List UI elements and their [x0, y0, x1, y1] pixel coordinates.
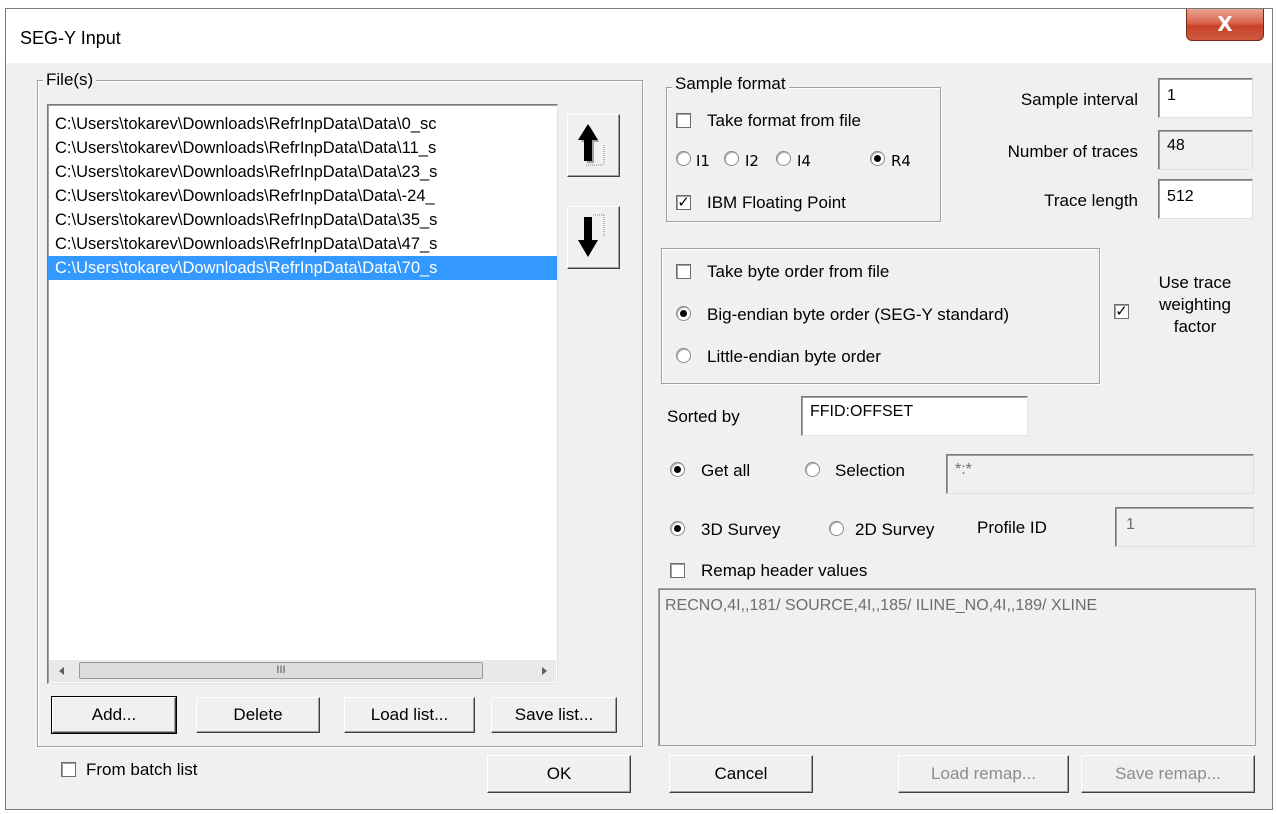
format-i2-radio[interactable]: [724, 151, 739, 166]
format-i1-label: I1: [696, 152, 710, 170]
get-all-radio[interactable]: [670, 462, 685, 477]
selection-radio[interactable]: [805, 462, 820, 477]
scroll-left-icon[interactable]: [57, 666, 67, 676]
use-trace-weighting-checkbox[interactable]: ✓: [1114, 304, 1129, 319]
format-i4-label: I4: [797, 152, 811, 170]
sorted-by-input[interactable]: FFID:OFFSET: [801, 396, 1028, 436]
file-list-item[interactable]: C:\Users\tokarev\Downloads\RefrInpData\D…: [48, 256, 557, 280]
remap-header-values-checkbox[interactable]: [670, 563, 685, 578]
profile-id-input: 1: [1115, 507, 1254, 547]
use-trace-weighting-line3: factor: [1173, 317, 1217, 336]
sample-interval-label: Sample interval: [1020, 90, 1138, 109]
use-trace-weighting-line2: weighting: [1159, 295, 1231, 314]
title-bar: SEG-Y Input X: [6, 9, 1272, 63]
file-list-item[interactable]: C:\Users\tokarev\Downloads\RefrInpData\D…: [48, 232, 557, 256]
big-endian-label: Big-endian byte order (SEG-Y standard): [707, 305, 1010, 324]
use-trace-weighting-line1: Use trace: [1158, 273, 1232, 292]
save-list-button[interactable]: Save list...: [491, 697, 617, 733]
dialog-title: SEG-Y Input: [20, 28, 121, 48]
trace-length-input[interactable]: 512: [1158, 179, 1253, 219]
remap-textarea: RECNO,4I,,181/ SOURCE,4I,,185/ ILINE_NO,…: [658, 588, 1256, 746]
survey-3d-radio[interactable]: [670, 521, 685, 536]
take-format-from-file-label: Take format from file: [707, 111, 861, 130]
sample-format-group-label: Sample format: [672, 74, 789, 94]
arrow-up-icon: [578, 124, 605, 166]
survey-2d-label: 2D Survey: [855, 520, 935, 539]
sample-interval-input[interactable]: 1: [1158, 78, 1253, 118]
remap-header-values-label: Remap header values: [701, 561, 868, 580]
use-trace-weighting-label: Use trace weighting factor: [1135, 272, 1255, 338]
little-endian-radio[interactable]: [676, 348, 691, 363]
from-batch-list-label: From batch list: [86, 760, 198, 779]
add-button[interactable]: Add...: [51, 696, 177, 734]
selection-input: *:*: [946, 454, 1254, 494]
file-list-item[interactable]: C:\Users\tokarev\Downloads\RefrInpData\D…: [48, 136, 557, 160]
survey-2d-radio[interactable]: [829, 521, 844, 536]
take-byte-order-from-file-label: Take byte order from file: [707, 262, 890, 281]
cancel-button[interactable]: Cancel: [669, 755, 813, 793]
close-icon: X: [1217, 12, 1233, 36]
format-i2-label: I2: [745, 152, 759, 170]
ok-button[interactable]: OK: [487, 755, 631, 793]
load-remap-button[interactable]: Load remap...: [898, 755, 1069, 793]
file-list-item[interactable]: C:\Users\tokarev\Downloads\RefrInpData\D…: [48, 112, 557, 136]
move-up-button[interactable]: [567, 114, 620, 177]
file-listbox[interactable]: C:\Users\tokarev\Downloads\RefrInpData\D…: [47, 104, 558, 684]
selection-label: Selection: [835, 461, 905, 480]
survey-3d-label: 3D Survey: [701, 520, 781, 539]
from-batch-list-checkbox[interactable]: [61, 762, 76, 777]
close-button[interactable]: X: [1186, 9, 1264, 41]
scroll-grip: III: [276, 664, 286, 676]
save-remap-button[interactable]: Save remap...: [1081, 755, 1255, 793]
format-r4-radio[interactable]: [870, 151, 885, 166]
get-all-label: Get all: [701, 461, 751, 480]
format-r4-label: R4: [891, 152, 911, 170]
little-endian-label: Little-endian byte order: [707, 347, 881, 366]
move-down-button[interactable]: [567, 206, 620, 269]
scroll-right-icon[interactable]: [539, 666, 549, 676]
delete-button[interactable]: Delete: [196, 697, 320, 733]
file-list-item[interactable]: C:\Users\tokarev\Downloads\RefrInpData\D…: [48, 184, 557, 208]
scroll-thumb[interactable]: III: [79, 662, 483, 679]
file-list-item[interactable]: C:\Users\tokarev\Downloads\RefrInpData\D…: [48, 160, 557, 184]
trace-length-label: Trace length: [1044, 191, 1138, 210]
big-endian-radio[interactable]: [676, 306, 691, 321]
ibm-floating-point-checkbox[interactable]: ✓: [676, 195, 691, 210]
files-group-label: File(s): [43, 70, 97, 90]
horizontal-scrollbar[interactable]: III: [49, 660, 556, 682]
number-of-traces-label: Number of traces: [1007, 142, 1138, 161]
file-list: C:\Users\tokarev\Downloads\RefrInpData\D…: [48, 112, 557, 280]
take-byte-order-from-file-checkbox[interactable]: [676, 264, 691, 279]
arrow-down-icon: [578, 214, 605, 257]
number-of-traces-field: 48: [1158, 130, 1253, 170]
format-i4-radio[interactable]: [776, 151, 791, 166]
load-list-button[interactable]: Load list...: [344, 697, 475, 733]
profile-id-label: Profile ID: [977, 518, 1047, 537]
ibm-floating-point-label: IBM Floating Point: [707, 193, 846, 212]
sorted-by-label: Sorted by: [667, 407, 740, 426]
take-format-from-file-checkbox[interactable]: [676, 113, 691, 128]
format-i1-radio[interactable]: [676, 151, 691, 166]
file-list-item[interactable]: C:\Users\tokarev\Downloads\RefrInpData\D…: [48, 208, 557, 232]
